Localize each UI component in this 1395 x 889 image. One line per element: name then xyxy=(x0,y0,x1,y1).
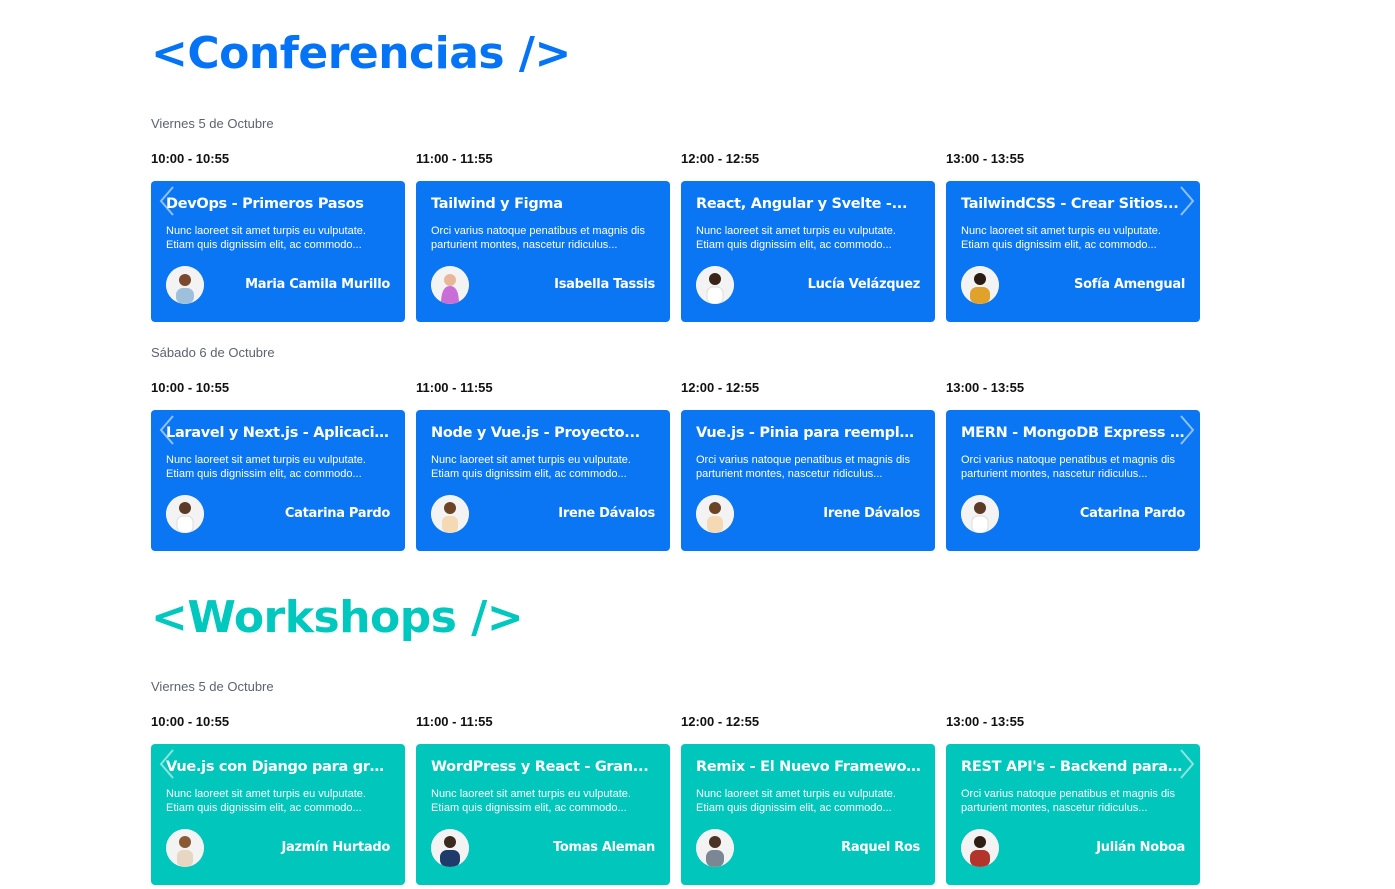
session-title: DevOps - Primeros Pasos xyxy=(166,196,364,212)
session-description: Nunc laoreet sit amet turpis eu vulputat… xyxy=(431,454,631,480)
session-card[interactable]: Vue.js con Django para gran... Nunc laor… xyxy=(151,744,405,885)
session-card[interactable]: Tailwind y Figma Orci varius natoque pen… xyxy=(416,181,670,322)
speaker-name: Lucía Velázquez xyxy=(807,277,921,292)
speaker-avatar xyxy=(431,495,469,533)
workshops-title: <Workshops /> xyxy=(151,592,524,643)
session-description: Nunc laoreet sit amet turpis eu vulputat… xyxy=(431,788,631,814)
session-description: Orci varius natoque penatibus et magnis … xyxy=(961,454,1176,480)
session-title: TailwindCSS - Crear Sitios... xyxy=(961,196,1179,212)
speaker-avatar xyxy=(431,829,469,867)
session-time: 10:00 - 10:55 xyxy=(151,151,230,166)
day-label: Viernes 5 de Octubre xyxy=(151,679,274,694)
speaker-name: Jazmín Hurtado xyxy=(281,840,390,855)
speaker-name: Catarina Pardo xyxy=(284,506,390,521)
session-card[interactable]: Remix - El Nuevo Framework d... Nunc lao… xyxy=(681,744,935,885)
session-title: React, Angular y Svelte -... xyxy=(696,196,908,212)
session-time: 10:00 - 10:55 xyxy=(151,714,230,729)
conferencias-title: <Conferencias /> xyxy=(151,28,571,79)
speaker-avatar xyxy=(166,495,204,533)
session-title: REST API's - Backend para We... xyxy=(961,759,1186,775)
session-time: 10:00 - 10:55 xyxy=(151,380,230,395)
speaker-name: Julián Noboa xyxy=(1096,840,1185,855)
session-card[interactable]: Vue.js - Pinia para reemplazar... Orci v… xyxy=(681,410,935,551)
session-row: 10:00 - 10:55 DevOps - Primeros Pasos Nu… xyxy=(151,151,1201,326)
speaker-name: Irene Dávalos xyxy=(558,506,655,521)
session-time: 13:00 - 13:55 xyxy=(946,380,1025,395)
session-description: Nunc laoreet sit amet turpis eu vulputat… xyxy=(961,225,1161,251)
session-description: Orci varius natoque penatibus et magnis … xyxy=(961,788,1176,814)
speaker-avatar xyxy=(431,266,469,304)
session-title: MERN - MongoDB Express Rea... xyxy=(961,425,1186,441)
speaker-name: Raquel Ros xyxy=(841,840,920,855)
chevron-right-icon[interactable] xyxy=(1175,181,1199,221)
session-title: Vue.js - Pinia para reemplazar... xyxy=(696,425,921,441)
session-description: Nunc laoreet sit amet turpis eu vulputat… xyxy=(166,454,366,480)
session-description: Nunc laoreet sit amet turpis eu vulputat… xyxy=(166,225,366,251)
speaker-name: Maria Camila Murillo xyxy=(245,277,390,292)
session-row: 10:00 - 10:55 Laravel y Next.js - Aplica… xyxy=(151,380,1201,555)
session-title: WordPress y React - Gran... xyxy=(431,759,649,775)
session-card[interactable]: MERN - MongoDB Express Rea... Orci variu… xyxy=(946,410,1200,551)
speaker-avatar xyxy=(166,266,204,304)
session-time: 13:00 - 13:55 xyxy=(946,151,1025,166)
session-title: Node y Vue.js - Proyecto... xyxy=(431,425,640,441)
speaker-name: Irene Dávalos xyxy=(823,506,920,521)
session-description: Orci varius natoque penatibus et magnis … xyxy=(696,454,911,480)
session-card[interactable]: React, Angular y Svelte -... Nunc laoree… xyxy=(681,181,935,322)
session-title: Vue.js con Django para gran... xyxy=(166,759,391,775)
speaker-avatar xyxy=(696,829,734,867)
speaker-avatar xyxy=(961,829,999,867)
chevron-left-icon[interactable] xyxy=(155,744,179,784)
chevron-left-icon[interactable] xyxy=(155,181,179,221)
day-label: Viernes 5 de Octubre xyxy=(151,116,274,131)
speaker-name: Catarina Pardo xyxy=(1079,506,1185,521)
session-card[interactable]: Laravel y Next.js - Aplicacione... Nunc … xyxy=(151,410,405,551)
session-title: Tailwind y Figma xyxy=(431,196,563,212)
chevron-right-icon[interactable] xyxy=(1175,410,1199,450)
session-row: 10:00 - 10:55 Vue.js con Django para gra… xyxy=(151,714,1201,889)
session-card[interactable]: Node y Vue.js - Proyecto... Nunc laoreet… xyxy=(416,410,670,551)
session-card[interactable]: DevOps - Primeros Pasos Nunc laoreet sit… xyxy=(151,181,405,322)
session-time: 12:00 - 12:55 xyxy=(681,714,760,729)
chevron-left-icon[interactable] xyxy=(155,410,179,450)
speaker-avatar xyxy=(696,495,734,533)
session-time: 13:00 - 13:55 xyxy=(946,714,1025,729)
speaker-name: Sofía Amengual xyxy=(1074,277,1185,292)
chevron-right-icon[interactable] xyxy=(1175,744,1199,784)
session-description: Nunc laoreet sit amet turpis eu vulputat… xyxy=(696,225,896,251)
session-card[interactable]: REST API's - Backend para We... Orci var… xyxy=(946,744,1200,885)
session-description: Nunc laoreet sit amet turpis eu vulputat… xyxy=(166,788,366,814)
session-time: 11:00 - 11:55 xyxy=(416,714,493,729)
speaker-avatar xyxy=(696,266,734,304)
session-card[interactable]: WordPress y React - Gran... Nunc laoreet… xyxy=(416,744,670,885)
session-card[interactable]: TailwindCSS - Crear Sitios... Nunc laore… xyxy=(946,181,1200,322)
speaker-name: Tomas Aleman xyxy=(553,840,655,855)
session-description: Orci varius natoque penatibus et magnis … xyxy=(431,225,646,251)
session-time: 12:00 - 12:55 xyxy=(681,151,760,166)
speaker-avatar xyxy=(166,829,204,867)
session-title: Laravel y Next.js - Aplicacione... xyxy=(166,425,391,441)
session-title: Remix - El Nuevo Framework d... xyxy=(696,759,921,775)
session-time: 11:00 - 11:55 xyxy=(416,151,493,166)
speaker-name: Isabella Tassis xyxy=(554,277,655,292)
speaker-avatar xyxy=(961,495,999,533)
speaker-avatar xyxy=(961,266,999,304)
session-description: Nunc laoreet sit amet turpis eu vulputat… xyxy=(696,788,896,814)
session-time: 11:00 - 11:55 xyxy=(416,380,493,395)
day-label: Sábado 6 de Octubre xyxy=(151,345,275,360)
session-time: 12:00 - 12:55 xyxy=(681,380,760,395)
